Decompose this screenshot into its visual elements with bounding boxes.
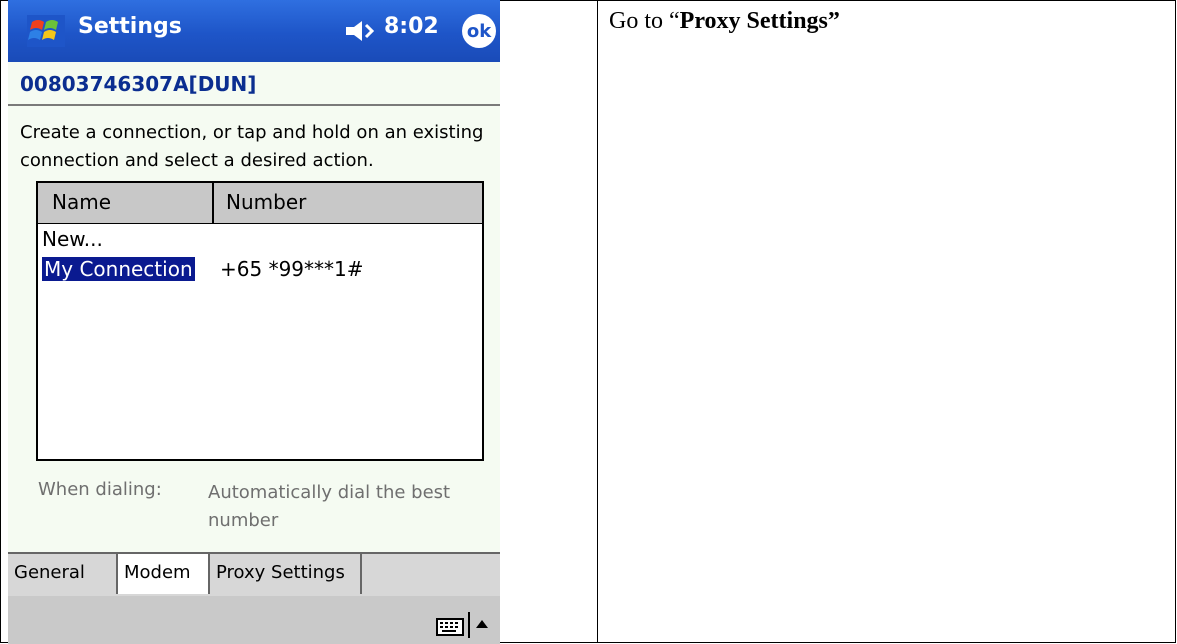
dialing-value: Automatically dial the best number [208,482,451,531]
new-connection-item[interactable]: New... [42,227,103,251]
pocketpc-screen: Settings 8:02 ok 00803746307A[DUN] Creat… [8,0,500,644]
app-title: Settings [78,14,182,39]
sip-divider [468,612,470,638]
list-item-name[interactable]: My Connection [42,257,195,281]
instruction-text: Go to “Proxy Settings” [609,8,840,35]
tab-general[interactable]: General [8,554,118,594]
keyboard-icon[interactable] [436,618,464,636]
titlebar: Settings 8:02 ok [8,0,500,62]
ok-button[interactable]: ok [462,14,496,48]
column-header-name[interactable]: Name [38,183,214,223]
dialing-label: When dialing: [38,479,162,500]
tab-bar: General Modem Proxy Settings [8,552,500,596]
instruction-emphasis: Proxy Settings” [679,8,840,34]
instruction-prefix: Go to “ [609,8,680,34]
connections-list: Name Number New... My Connection +65 *99… [36,181,484,461]
windows-flag-icon[interactable] [26,14,66,48]
clock[interactable]: 8:02 [384,14,439,39]
connection-title: 00803746307A[DUN] [20,72,257,96]
up-arrow-icon[interactable] [476,620,488,628]
table-divider [597,0,598,643]
tab-modem[interactable]: Modem [118,554,210,594]
speaker-icon[interactable] [344,18,380,44]
column-header-number[interactable]: Number [214,183,482,223]
tab-proxy-settings[interactable]: Proxy Settings [210,554,362,594]
list-header: Name Number [38,183,482,224]
help-text: Create a connection, or tap and hold on … [20,122,484,171]
list-item-number[interactable]: +65 *99***1# [220,257,364,281]
title-divider [8,104,500,106]
command-bar [8,596,500,644]
